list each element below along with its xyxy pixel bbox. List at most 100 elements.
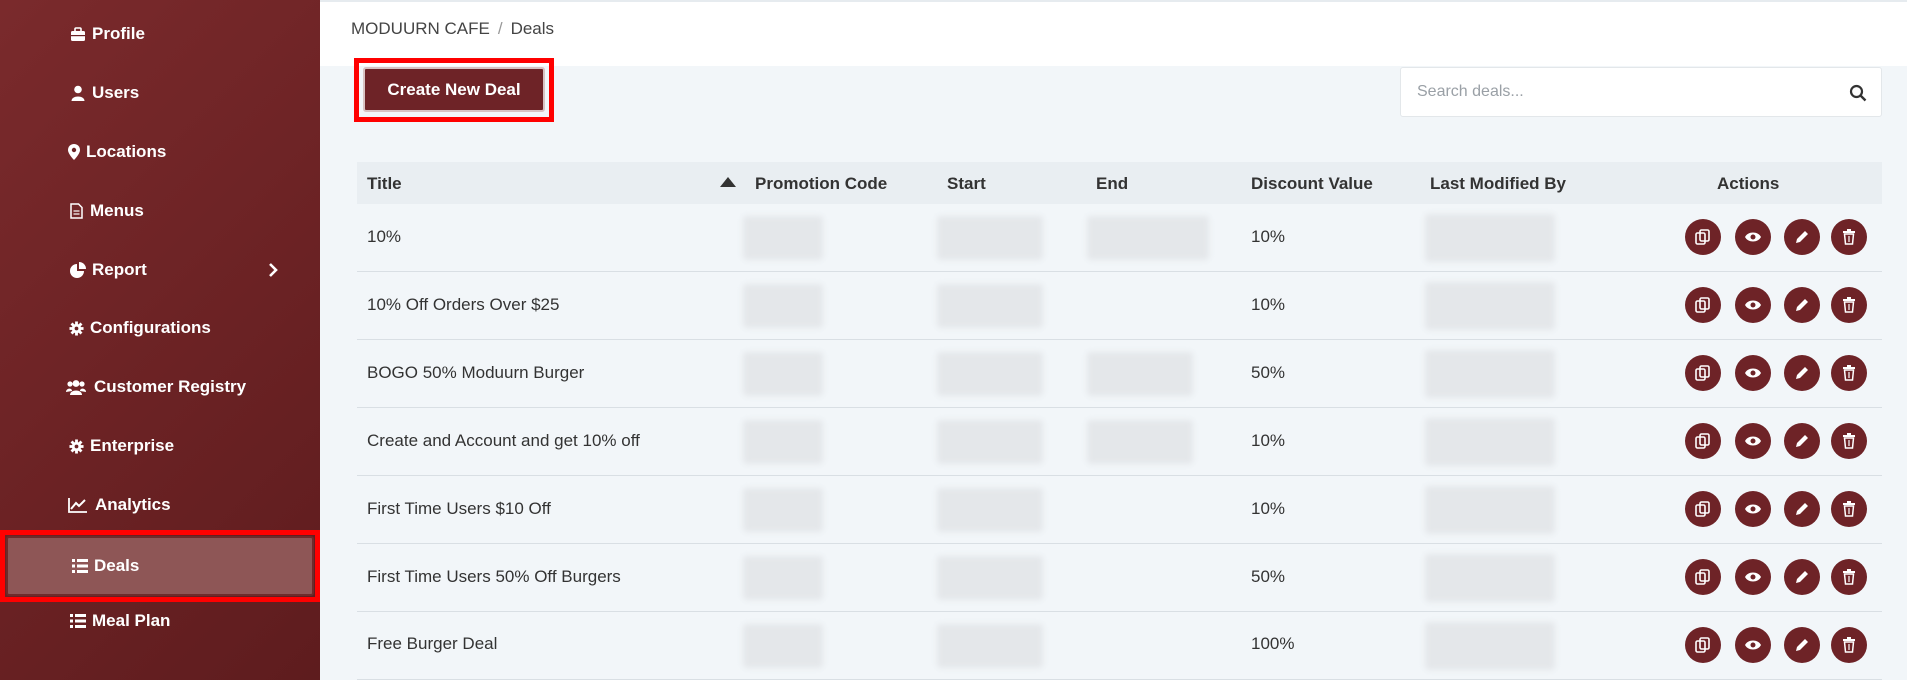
sidebar: Profile Users Locations Menus Report Con…: [0, 0, 320, 680]
redacted-end: [1087, 420, 1193, 464]
sidebar-item-configurations[interactable]: Configurations: [0, 308, 320, 348]
copy-button[interactable]: [1685, 559, 1721, 595]
delete-button[interactable]: [1831, 627, 1867, 663]
create-deal-button[interactable]: Create New Deal: [363, 67, 545, 112]
edit-button[interactable]: [1784, 287, 1820, 323]
redacted-promotion-code: [743, 420, 823, 464]
sidebar-item-meal-plan[interactable]: Meal Plan: [0, 601, 320, 641]
edit-button[interactable]: [1784, 355, 1820, 391]
table-row[interactable]: Create and Account and get 10% off 10%: [357, 408, 1882, 476]
view-button[interactable]: [1735, 219, 1771, 255]
view-button[interactable]: [1735, 287, 1771, 323]
users-icon: [66, 377, 86, 397]
sidebar-item-users[interactable]: Users: [0, 73, 320, 113]
trash-icon: [1843, 433, 1855, 449]
redacted-end: [1087, 352, 1193, 396]
redacted-modified-by: [1425, 554, 1555, 602]
column-header-promotion-code[interactable]: Promotion Code: [755, 174, 887, 194]
sort-ascending-icon[interactable]: [720, 177, 736, 187]
copy-button[interactable]: [1685, 423, 1721, 459]
delete-button[interactable]: [1831, 219, 1867, 255]
table-row[interactable]: First Time Users 50% Off Burgers 50%: [357, 544, 1882, 612]
view-button[interactable]: [1735, 355, 1771, 391]
cell-discount: 10%: [1251, 499, 1286, 518]
cell-title: First Time Users 50% Off Burgers: [367, 567, 621, 586]
table-row[interactable]: BOGO 50% Moduurn Burger 50%: [357, 340, 1882, 408]
view-button[interactable]: [1735, 423, 1771, 459]
sidebar-item-report[interactable]: Report: [0, 250, 320, 290]
copy-button[interactable]: [1685, 627, 1721, 663]
delete-button[interactable]: [1831, 559, 1867, 595]
table-row[interactable]: 10% Off Orders Over $25 10%: [357, 272, 1882, 340]
gear-icon: [66, 318, 86, 338]
sidebar-item-label: Users: [92, 83, 140, 102]
delete-button[interactable]: [1831, 491, 1867, 527]
view-button[interactable]: [1735, 491, 1771, 527]
view-button[interactable]: [1735, 559, 1771, 595]
redacted-modified-by: [1425, 418, 1555, 466]
delete-button[interactable]: [1831, 355, 1867, 391]
copy-button[interactable]: [1685, 491, 1721, 527]
cell-title: Free Burger Deal: [367, 634, 498, 653]
pencil-icon: [1796, 299, 1808, 311]
sidebar-item-analytics[interactable]: Analytics: [0, 485, 320, 525]
pencil-icon: [1796, 503, 1808, 515]
sidebar-item-locations[interactable]: Locations: [0, 132, 320, 172]
trash-icon: [1843, 297, 1855, 313]
edit-button[interactable]: [1784, 491, 1820, 527]
search-field[interactable]: Search deals...: [1400, 67, 1882, 117]
eye-icon: [1745, 640, 1761, 650]
search-icon[interactable]: [1849, 84, 1867, 102]
redacted-start: [937, 352, 1043, 396]
pencil-icon: [1796, 231, 1808, 243]
table-row[interactable]: Free Burger Deal 100%: [357, 612, 1882, 680]
sidebar-item-label: Configurations: [90, 318, 211, 337]
pie-chart-icon: [68, 260, 88, 280]
sidebar-item-profile[interactable]: Profile: [0, 14, 320, 54]
copy-button[interactable]: [1685, 287, 1721, 323]
column-header-end[interactable]: End: [1096, 174, 1128, 194]
column-header-start[interactable]: Start: [947, 174, 986, 194]
edit-button[interactable]: [1784, 627, 1820, 663]
sidebar-item-label: Analytics: [95, 495, 171, 514]
sidebar-item-menus[interactable]: Menus: [0, 191, 320, 231]
trash-icon: [1843, 569, 1855, 585]
sidebar-item-customer-registry[interactable]: Customer Registry: [0, 367, 320, 407]
redacted-start: [937, 216, 1043, 260]
view-button[interactable]: [1735, 627, 1771, 663]
column-header-discount-value[interactable]: Discount Value: [1251, 174, 1373, 194]
redacted-start: [937, 556, 1043, 600]
cell-title: 10% Off Orders Over $25: [367, 295, 560, 314]
edit-button[interactable]: [1784, 423, 1820, 459]
edit-button[interactable]: [1784, 559, 1820, 595]
table-row[interactable]: 10% 10%: [357, 204, 1882, 272]
trash-icon: [1843, 637, 1855, 653]
search-input[interactable]: Search deals...: [1417, 83, 1524, 101]
copy-icon: [1695, 433, 1710, 449]
edit-button[interactable]: [1784, 219, 1820, 255]
copy-button[interactable]: [1685, 219, 1721, 255]
delete-button[interactable]: [1831, 287, 1867, 323]
column-header-last-modified-by[interactable]: Last Modified By: [1430, 174, 1566, 194]
pencil-icon: [1796, 367, 1808, 379]
cell-title: Create and Account and get 10% off: [367, 431, 640, 450]
cell-discount: 10%: [1251, 295, 1286, 314]
pencil-icon: [1796, 639, 1808, 651]
copy-button[interactable]: [1685, 355, 1721, 391]
sidebar-item-enterprise[interactable]: Enterprise: [0, 426, 320, 466]
breadcrumb-root[interactable]: MODUURN CAFE: [351, 19, 490, 39]
sidebar-item-label: Meal Plan: [92, 611, 171, 630]
cell-discount: 10%: [1251, 431, 1286, 450]
list-icon: [68, 611, 88, 631]
eye-icon: [1745, 368, 1761, 378]
copy-icon: [1695, 501, 1710, 517]
delete-button[interactable]: [1831, 423, 1867, 459]
table-row[interactable]: First Time Users $10 Off 10%: [357, 476, 1882, 544]
redacted-start: [937, 488, 1043, 532]
table-header: Title Promotion Code Start End Discount …: [357, 162, 1882, 204]
cell-title: 10%: [367, 227, 402, 246]
redacted-promotion-code: [743, 216, 823, 260]
cell-discount: 100%: [1251, 634, 1295, 653]
chevron-right-icon[interactable]: [266, 260, 280, 280]
column-header-title[interactable]: Title: [367, 174, 402, 194]
